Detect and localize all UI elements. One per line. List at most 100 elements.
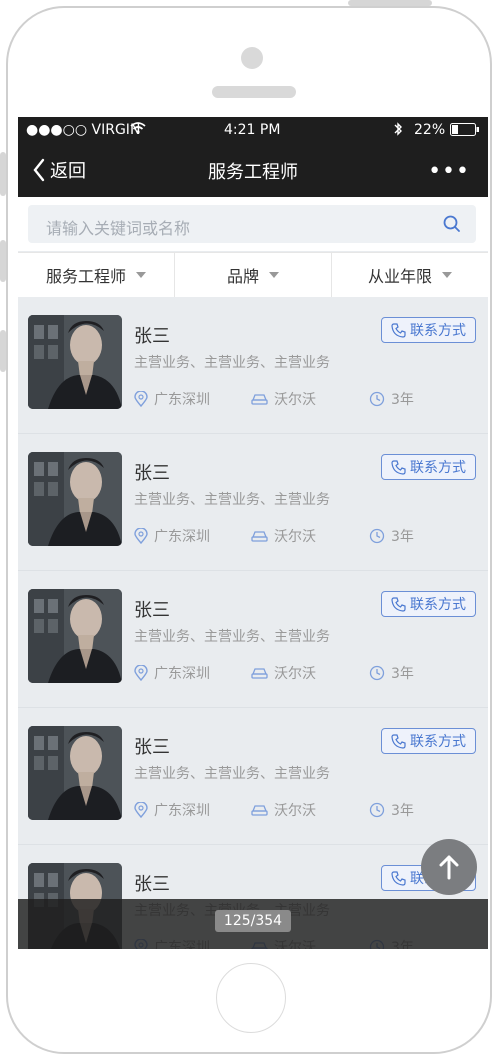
contact-label: 联系方式: [410, 597, 466, 613]
contact-label: 联系方式: [410, 460, 466, 476]
location-info: 广东深圳: [134, 526, 210, 546]
brand-info: 沃尔沃: [251, 800, 316, 820]
car-icon: [251, 531, 268, 542]
caret-down-icon: [269, 272, 279, 278]
phone-icon: [391, 459, 406, 475]
contact-button[interactable]: 联系方式: [381, 591, 476, 617]
engineer-name: 张三: [134, 326, 170, 347]
wifi-icon: [130, 121, 146, 139]
volume-up-button: [0, 240, 6, 282]
filter-label: 服务工程师: [45, 267, 126, 286]
filter-years[interactable]: 从业年限: [332, 253, 488, 297]
contact-button[interactable]: 联系方式: [381, 317, 476, 343]
contact-label: 联系方式: [410, 734, 466, 750]
location-text: 广东深圳: [154, 803, 210, 819]
arrow-up-icon: [439, 855, 459, 880]
avatar: [28, 315, 122, 409]
filter-label: 品牌: [226, 267, 259, 286]
filter-label: 从业年限: [367, 267, 432, 286]
engineer-name: 张三: [134, 463, 170, 484]
contact-button[interactable]: 联系方式: [381, 454, 476, 480]
brand-text: 沃尔沃: [274, 529, 316, 545]
page-title: 服务工程师: [208, 162, 298, 183]
location-pin-icon: [134, 802, 148, 818]
battery-icon: [450, 123, 480, 141]
car-icon: [251, 668, 268, 679]
engineer-name: 张三: [134, 737, 170, 758]
caret-down-icon: [442, 272, 452, 278]
location-info: 广东深圳: [134, 389, 210, 409]
brand-text: 沃尔沃: [274, 392, 316, 408]
brand-text: 沃尔沃: [274, 803, 316, 819]
clock-icon: [369, 528, 385, 544]
phone-icon: [391, 733, 406, 749]
experience-info: 3年: [369, 526, 414, 546]
power-button: [348, 0, 432, 6]
filter-brand[interactable]: 品牌: [175, 253, 332, 297]
contact-label: 联系方式: [410, 323, 466, 339]
years-text: 3年: [391, 529, 414, 545]
experience-info: 3年: [369, 389, 414, 409]
engineer-business: 主营业务、主营业务、主营业务: [134, 629, 330, 645]
status-bar: ●●●○○ VIRGIN 4:21 PM 22%: [18, 117, 488, 143]
pagination-bar: 125/354: [18, 899, 488, 949]
years-text: 3年: [391, 666, 414, 682]
car-icon: [251, 394, 268, 405]
location-info: 广东深圳: [134, 663, 210, 683]
search-input[interactable]: 请输入关键词或名称: [28, 205, 476, 243]
engineer-business: 主营业务、主营业务、主营业务: [134, 492, 330, 508]
brand-info: 沃尔沃: [251, 526, 316, 546]
engineer-card[interactable]: 张三 主营业务、主营业务、主营业务 广东深圳 沃尔沃 3年 联系方式: [18, 297, 488, 434]
engineer-name: 张三: [134, 874, 170, 895]
engineer-card[interactable]: 张三 主营业务、主营业务、主营业务 广东深圳 沃尔沃 3年 联系方式: [18, 708, 488, 845]
experience-info: 3年: [369, 663, 414, 683]
location-info: 广东深圳: [134, 800, 210, 820]
phone-icon: [391, 596, 406, 612]
filter-engineer[interactable]: 服务工程师: [18, 253, 175, 297]
more-button[interactable]: •••: [428, 159, 470, 184]
location-pin-icon: [134, 665, 148, 681]
location-pin-icon: [134, 528, 148, 544]
caret-down-icon: [136, 272, 146, 278]
brand-text: 沃尔沃: [274, 666, 316, 682]
camera-dot: [241, 47, 263, 69]
car-icon: [251, 805, 268, 816]
home-button[interactable]: [216, 963, 286, 1033]
clock-icon: [369, 802, 385, 818]
clock-icon: [369, 391, 385, 407]
avatar: [28, 452, 122, 546]
engineer-list: 张三 主营业务、主营业务、主营业务 广东深圳 沃尔沃 3年 联系方式 张三 主营…: [18, 297, 488, 949]
location-text: 广东深圳: [154, 392, 210, 408]
engineer-card[interactable]: 张三 主营业务、主营业务、主营业务 广东深圳 沃尔沃 3年 联系方式: [18, 571, 488, 708]
screen: ●●●○○ VIRGIN 4:21 PM 22% 返回 服务工程师 ••• 请输…: [18, 117, 488, 949]
bluetooth-icon: [393, 121, 403, 141]
engineer-card[interactable]: 张三 主营业务、主营业务、主营业务 广东深圳 沃尔沃 3年 联系方式: [18, 434, 488, 571]
experience-info: 3年: [369, 800, 414, 820]
clock-icon: [369, 665, 385, 681]
page-counter: 125/354: [215, 910, 291, 932]
battery-percent: 22%: [414, 122, 446, 138]
phone-icon: [391, 870, 406, 886]
speaker-grille: [212, 86, 296, 98]
contact-button[interactable]: 联系方式: [381, 728, 476, 754]
avatar: [28, 589, 122, 683]
navigation-bar: 返回 服务工程师 •••: [18, 143, 488, 197]
location-text: 广东深圳: [154, 666, 210, 682]
years-text: 3年: [391, 392, 414, 408]
engineer-business: 主营业务、主营业务、主营业务: [134, 355, 330, 371]
brand-info: 沃尔沃: [251, 389, 316, 409]
clock: 4:21 PM: [224, 122, 281, 138]
filter-bar: 服务工程师 品牌 从业年限: [18, 252, 488, 298]
engineer-business: 主营业务、主营业务、主营业务: [134, 766, 330, 782]
back-to-top-button[interactable]: [421, 839, 477, 895]
search-placeholder: 请输入关键词或名称: [46, 219, 191, 238]
avatar: [28, 726, 122, 820]
location-text: 广东深圳: [154, 529, 210, 545]
search-icon[interactable]: [442, 214, 462, 234]
years-text: 3年: [391, 803, 414, 819]
phone-icon: [391, 322, 406, 338]
search-bar: 请输入关键词或名称: [18, 197, 488, 251]
carrier-label: ●●●○○ VIRGIN: [26, 122, 141, 138]
volume-down-button: [0, 330, 6, 372]
engineer-name: 张三: [134, 600, 170, 621]
